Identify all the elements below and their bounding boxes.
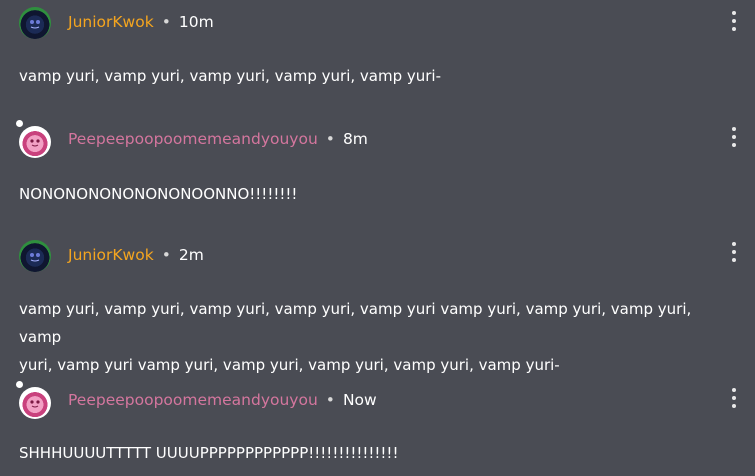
comment-header: JuniorKwok • 10m (0, 7, 755, 47)
username-text[interactable]: JuniorKwok (68, 246, 154, 264)
timestamp: Now (342, 391, 377, 409)
username-text[interactable]: JuniorKwok (68, 13, 154, 31)
timestamp: 10m (178, 13, 214, 31)
timestamp: 2m (178, 246, 204, 264)
avatar-face-icon (30, 20, 40, 29)
avatar[interactable] (19, 240, 51, 272)
timestamp: 8m (342, 130, 368, 148)
username[interactable]: Peepeepoopoomemeandyouyou • 8m (68, 130, 368, 148)
comment-text-line: vamp yuri, vamp yuri, vamp yuri, vamp yu… (19, 300, 692, 346)
kebab-menu-icon[interactable] (726, 242, 742, 270)
separator-dot: • (325, 130, 335, 148)
notification-dot-icon (16, 120, 23, 127)
notification-dot-icon (16, 381, 23, 388)
username-text[interactable]: Peepeepoopoomemeandyouyou (68, 391, 318, 409)
avatar-face-icon (30, 400, 40, 408)
username[interactable]: Peepeepoopoomemeandyouyou • Now (68, 391, 377, 409)
username[interactable]: JuniorKwok • 10m (68, 13, 214, 31)
comment-text: vamp yuri, vamp yuri, vamp yuri, vamp yu… (19, 67, 441, 85)
comment-text: SHHHUUUUTTTTT UUUUPPPPPPPPPPPP!!!!!!!!!!… (19, 444, 399, 462)
avatar[interactable] (19, 387, 51, 419)
comment-header: Peepeepoopoomemeandyouyou • Now (0, 381, 755, 425)
kebab-menu-icon[interactable] (726, 127, 742, 155)
comment-text: NONONONONONONONOONNO!!!!!!!! (19, 185, 298, 203)
avatar-face-icon (30, 139, 40, 147)
separator-dot: • (161, 13, 171, 31)
separator-dot: • (161, 246, 171, 264)
avatar[interactable] (19, 126, 51, 158)
avatar[interactable] (19, 7, 51, 39)
kebab-menu-icon[interactable] (726, 11, 742, 39)
username[interactable]: JuniorKwok • 2m (68, 246, 204, 264)
comment-text: vamp yuri, vamp yuri, vamp yuri, vamp yu… (19, 295, 734, 379)
avatar-face-icon (30, 253, 40, 262)
comment-header: Peepeepoopoomemeandyouyou • 8m (0, 120, 755, 164)
comment-text-line: yuri, vamp yuri vamp yuri, vamp yuri, va… (19, 356, 560, 374)
username-text[interactable]: Peepeepoopoomemeandyouyou (68, 130, 318, 148)
comment-header: JuniorKwok • 2m (0, 240, 755, 280)
separator-dot: • (325, 391, 335, 409)
kebab-menu-icon[interactable] (726, 388, 742, 416)
